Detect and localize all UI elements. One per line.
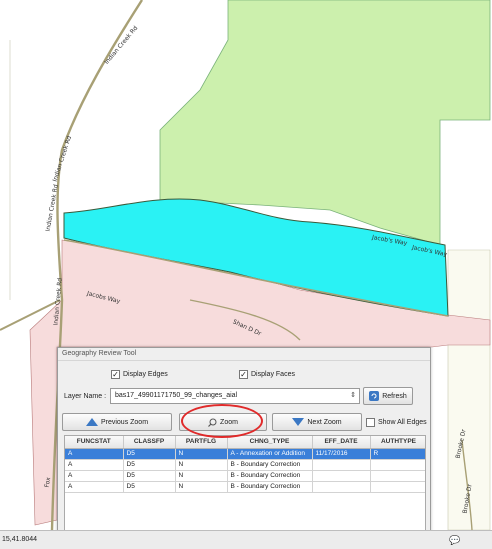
show-all-edges-checkbox[interactable] bbox=[366, 418, 375, 427]
display-edges-checkbox[interactable]: ✓ bbox=[111, 370, 120, 379]
table-cell: D5 bbox=[123, 448, 176, 460]
table-cell: R bbox=[370, 448, 425, 460]
table-cell bbox=[370, 459, 425, 471]
coordinate-readout: 15,41.8044 bbox=[2, 536, 38, 543]
previous-zoom-button[interactable]: Previous Zoom bbox=[62, 413, 172, 431]
table-cell: D5 bbox=[123, 481, 176, 493]
zoom-highlight-ellipse bbox=[181, 404, 263, 438]
column-header[interactable]: CHNG_TYPE bbox=[227, 436, 313, 449]
triangle-down-icon bbox=[292, 418, 305, 426]
next-zoom-label: Next Zoom bbox=[307, 418, 342, 426]
refresh-label: Refresh bbox=[382, 392, 407, 400]
table-cell: A bbox=[65, 448, 124, 460]
layer-name-value: bas17_49901171750_99_changes_aial bbox=[115, 392, 238, 399]
message-icon[interactable]: 💬 bbox=[449, 535, 460, 546]
column-header[interactable]: CLASSFP bbox=[123, 436, 176, 449]
table-header-row: FUNCSTAT CLASSFP PARTFLG CHNG_TYPE EFF_D… bbox=[65, 436, 425, 449]
table-cell bbox=[312, 481, 371, 493]
column-header[interactable]: EFF_DATE bbox=[312, 436, 371, 449]
refresh-icon bbox=[369, 391, 380, 401]
dropdown-arrow-icon: ⇕ bbox=[350, 392, 356, 399]
table-cell: N bbox=[175, 481, 228, 493]
table-cell: A bbox=[65, 459, 124, 471]
panel-title: Geography Review Tool bbox=[58, 348, 430, 361]
display-edges-label: Display Edges bbox=[123, 371, 168, 378]
table-cell: A bbox=[65, 481, 124, 493]
table-cell bbox=[312, 459, 371, 471]
layer-name-select[interactable]: bas17_49901171750_99_changes_aial ⇕ bbox=[110, 388, 360, 404]
table-row[interactable]: A D5 N B - Boundary Correction bbox=[65, 481, 425, 493]
table-cell bbox=[370, 470, 425, 482]
table-cell: N bbox=[175, 448, 228, 460]
status-bar: 15,41.8044 💬 bbox=[0, 530, 492, 549]
table-cell bbox=[370, 481, 425, 493]
geography-review-tool-panel: Geography Review Tool ✓ Display Edges ✓ … bbox=[57, 347, 431, 549]
table-cell bbox=[312, 470, 371, 482]
next-zoom-button[interactable]: Next Zoom bbox=[272, 413, 362, 431]
table-row[interactable]: A D5 N B - Boundary Correction bbox=[65, 459, 425, 471]
refresh-button[interactable]: Refresh bbox=[363, 387, 413, 405]
table-row[interactable]: A D5 N A - Annexation or Addition 11/17/… bbox=[65, 448, 425, 460]
previous-zoom-label: Previous Zoom bbox=[100, 418, 149, 426]
table-cell: B - Boundary Correction bbox=[227, 459, 313, 471]
table-cell: 11/17/2016 bbox=[312, 448, 371, 460]
column-header[interactable]: AUTHTYPE bbox=[370, 436, 425, 449]
show-all-edges-option[interactable]: Show All Edges bbox=[366, 418, 427, 427]
table-cell: A - Annexation or Addition bbox=[227, 448, 313, 460]
display-edges-option[interactable]: ✓ Display Edges bbox=[111, 370, 168, 379]
display-faces-checkbox[interactable]: ✓ bbox=[239, 370, 248, 379]
table-row[interactable]: A D5 N B - Boundary Correction bbox=[65, 470, 425, 482]
table-cell: N bbox=[175, 470, 228, 482]
table-cell: N bbox=[175, 459, 228, 471]
show-all-edges-label: Show All Edges bbox=[378, 419, 427, 426]
display-faces-option[interactable]: ✓ Display Faces bbox=[239, 370, 295, 379]
table-cell: B - Boundary Correction bbox=[227, 481, 313, 493]
table-cell: B - Boundary Correction bbox=[227, 470, 313, 482]
column-header[interactable]: FUNCSTAT bbox=[65, 436, 124, 449]
table-cell: D5 bbox=[123, 470, 176, 482]
table-cell: A bbox=[65, 470, 124, 482]
layer-name-label: Layer Name : bbox=[64, 393, 107, 400]
display-faces-label: Display Faces bbox=[251, 371, 295, 378]
triangle-up-icon bbox=[85, 418, 98, 426]
table-cell: D5 bbox=[123, 459, 176, 471]
